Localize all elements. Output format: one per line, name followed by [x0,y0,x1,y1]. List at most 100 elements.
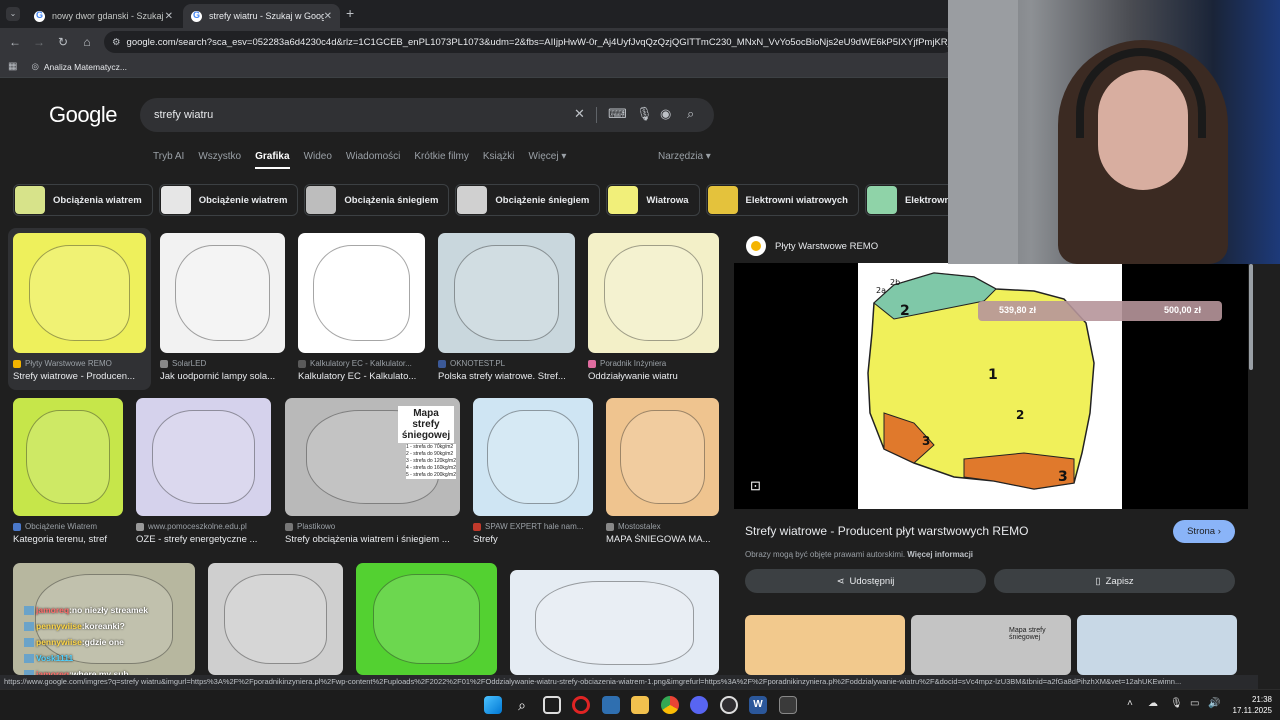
result-title[interactable]: Kategoria terenu, stref [13,534,123,545]
image-result[interactable]: Mapa strefy śniegowej 1 - strefa do 70kg/… [285,398,460,545]
filter-krotkie-filmy[interactable]: Krótkie filmy [414,151,468,162]
filter-tryb-ai[interactable]: Tryb AI [153,151,184,162]
result-image[interactable] [606,398,719,516]
image-result[interactable]: Obciążenie Wiatrem Kategoria terenu, stre… [13,398,123,545]
filter-wiadomosci[interactable]: Wiadomości [346,151,400,162]
microphone-icon[interactable]: 🎙 [636,106,653,122]
address-bar[interactable]: ⚙ google.com/search?sca_esv=052283a6d423… [104,31,954,53]
tab-strefy-wiatru[interactable]: strefy wiatru - Szukaj w Google ✕ [183,4,340,28]
preview-image[interactable]: 2 1 2 3 3 2a 2b ...do kasino 539,80 zł 5… [734,263,1248,509]
tools-button[interactable]: Narzędzia ▾ [658,151,711,162]
chevron-up-icon[interactable]: ˄ [1127,698,1133,709]
more-info-link[interactable]: Więcej informacji [907,550,973,559]
image-result[interactable]: Płyty Warstwowe REMO Strefy wiatrowe - Pr… [13,233,146,382]
display-icon[interactable]: ▭ [1190,698,1199,709]
keyboard-icon[interactable]: ⌨ [608,106,627,122]
result-image[interactable] [13,233,146,353]
result-title[interactable]: Strefy [473,534,593,545]
filter-grafika[interactable]: Grafika [255,151,291,169]
share-button[interactable]: ⋖ Udostępnij [745,569,986,593]
panel-header[interactable]: Płyty Warstwowe REMO [746,236,878,256]
related-thumb[interactable] [1077,615,1237,675]
result-image[interactable] [510,570,719,675]
result-image[interactable] [13,398,123,516]
result-image[interactable] [438,233,575,353]
lens-search-icon[interactable]: ⊡ [750,478,761,494]
obs-icon[interactable] [720,696,738,714]
image-result[interactable] [510,570,719,675]
task-view-icon[interactable] [543,696,561,714]
search-icon[interactable]: ⌕ [687,106,694,122]
image-result[interactable]: OKNOTEST.PL Polska strefy wiatrowe. Stref… [438,233,575,382]
result-title[interactable]: Strefy wiatrowe - Producen... [13,371,146,382]
image-result[interactable]: Poradnik Inżyniera Oddziaływanie wiatru [588,233,719,382]
result-title[interactable]: Jak uodpornić lampy sola... [160,371,285,382]
scrollbar[interactable] [1247,264,1255,675]
tab-nowy-dwor[interactable]: nowy dwor gdanski - Szukaj w G ✕ [26,4,181,28]
opera-icon[interactable] [572,696,590,714]
image-result[interactable] [208,563,343,675]
filter-wszystko[interactable]: Wszystko [198,151,241,162]
windows-start-icon[interactable] [484,696,502,714]
lens-icon[interactable]: ◉ [660,106,671,122]
search-input[interactable]: strefy wiatru ✕ ⌨ 🎙 ◉ ⌕ [140,98,714,132]
image-result[interactable]: Kalkulatory EC - Kalkulator... Kalkulator… [298,233,425,382]
result-title[interactable]: OZE - strefy energetyczne ... [136,534,271,545]
filter-wideo[interactable]: Wideo [304,151,332,162]
home-icon[interactable]: ⌂ [75,35,99,49]
result-image[interactable] [588,233,719,353]
result-title[interactable]: Oddziaływanie wiatru [588,371,719,382]
related-chip[interactable]: Elektrowni wiatrowych [705,184,859,216]
related-chip[interactable]: Wiatrowa [606,184,700,216]
search-icon[interactable]: ⌕ [513,696,531,714]
site-info-icon[interactable]: ⚙ [112,37,121,48]
new-tab-button[interactable]: + [346,5,354,21]
google-logo[interactable]: Google [49,102,117,128]
image-result[interactable]: SPAW EXPERT hale nam... Strefy [473,398,593,545]
reload-icon[interactable]: ↻ [51,35,75,49]
clock[interactable]: 21:38 17.11.2025 [1233,694,1272,716]
related-chip[interactable]: Obciążenia wiatrem [13,184,153,216]
related-chip[interactable]: Obciążenia śniegiem [304,184,450,216]
back-arrow-icon[interactable]: ← [3,35,27,49]
image-result[interactable]: Mostostalex MAPA ŚNIEGOWA MA... [606,398,719,545]
visit-button[interactable]: Strona › [1173,520,1235,543]
result-image[interactable] [473,398,593,516]
result-title[interactable]: MAPA ŚNIEGOWA MA... [606,534,719,545]
panel-title[interactable]: Strefy wiatrowe - Producent płyt warstwo… [745,524,1028,538]
related-chip[interactable]: Obciążenie śniegiem [455,184,601,216]
related-thumb[interactable] [745,615,905,675]
close-tab-icon[interactable]: ✕ [324,11,332,22]
clear-icon[interactable]: ✕ [574,106,585,122]
apps-grid-icon[interactable]: ▦ [8,61,17,72]
word-icon[interactable]: W [749,696,767,714]
result-image[interactable] [298,233,425,353]
result-image[interactable] [160,233,285,353]
result-image[interactable]: Mapa strefy śniegowej 1 - strefa do 70kg/… [285,398,460,516]
chrome-icon[interactable] [661,696,679,714]
result-image[interactable] [136,398,271,516]
result-image[interactable] [356,563,497,675]
app-icon[interactable] [602,696,620,714]
discord-icon[interactable] [690,696,708,714]
related-chip[interactable]: Obciążenie wiatrem [158,184,299,216]
result-image[interactable] [208,563,343,675]
related-thumb[interactable]: Mapa strefy śniegowej [911,615,1071,675]
result-title[interactable]: Kalkulatory EC - Kalkulato... [298,371,425,382]
calculator-icon[interactable] [779,696,797,714]
image-result[interactable] [356,563,497,675]
result-title[interactable]: Strefy obciążenia wiatrem i śniegiem ... [285,534,460,545]
scrollbar-thumb[interactable] [1249,264,1253,370]
image-result[interactable]: www.pomoceszkolne.edu.pl OZE - strefy ene… [136,398,271,545]
file-explorer-icon[interactable] [631,696,649,714]
microphone-icon[interactable]: 🎙 [1170,698,1183,709]
bookmark-analiza[interactable]: Analiza Matematycz... [44,62,127,72]
image-result[interactable]: SolarLED Jak uodpornić lampy sola... [160,233,285,382]
save-button[interactable]: ▯ Zapisz [994,569,1235,593]
tab-search-button[interactable]: ⌄ [6,7,20,21]
close-tab-icon[interactable]: ✕ [165,11,173,22]
result-title[interactable]: Polska strefy wiatrowe. Stref... [438,371,575,382]
cloud-icon[interactable]: ☁ [1148,698,1158,709]
forward-arrow-icon[interactable]: → [27,35,51,49]
volume-icon[interactable]: 🔊 [1208,698,1220,709]
